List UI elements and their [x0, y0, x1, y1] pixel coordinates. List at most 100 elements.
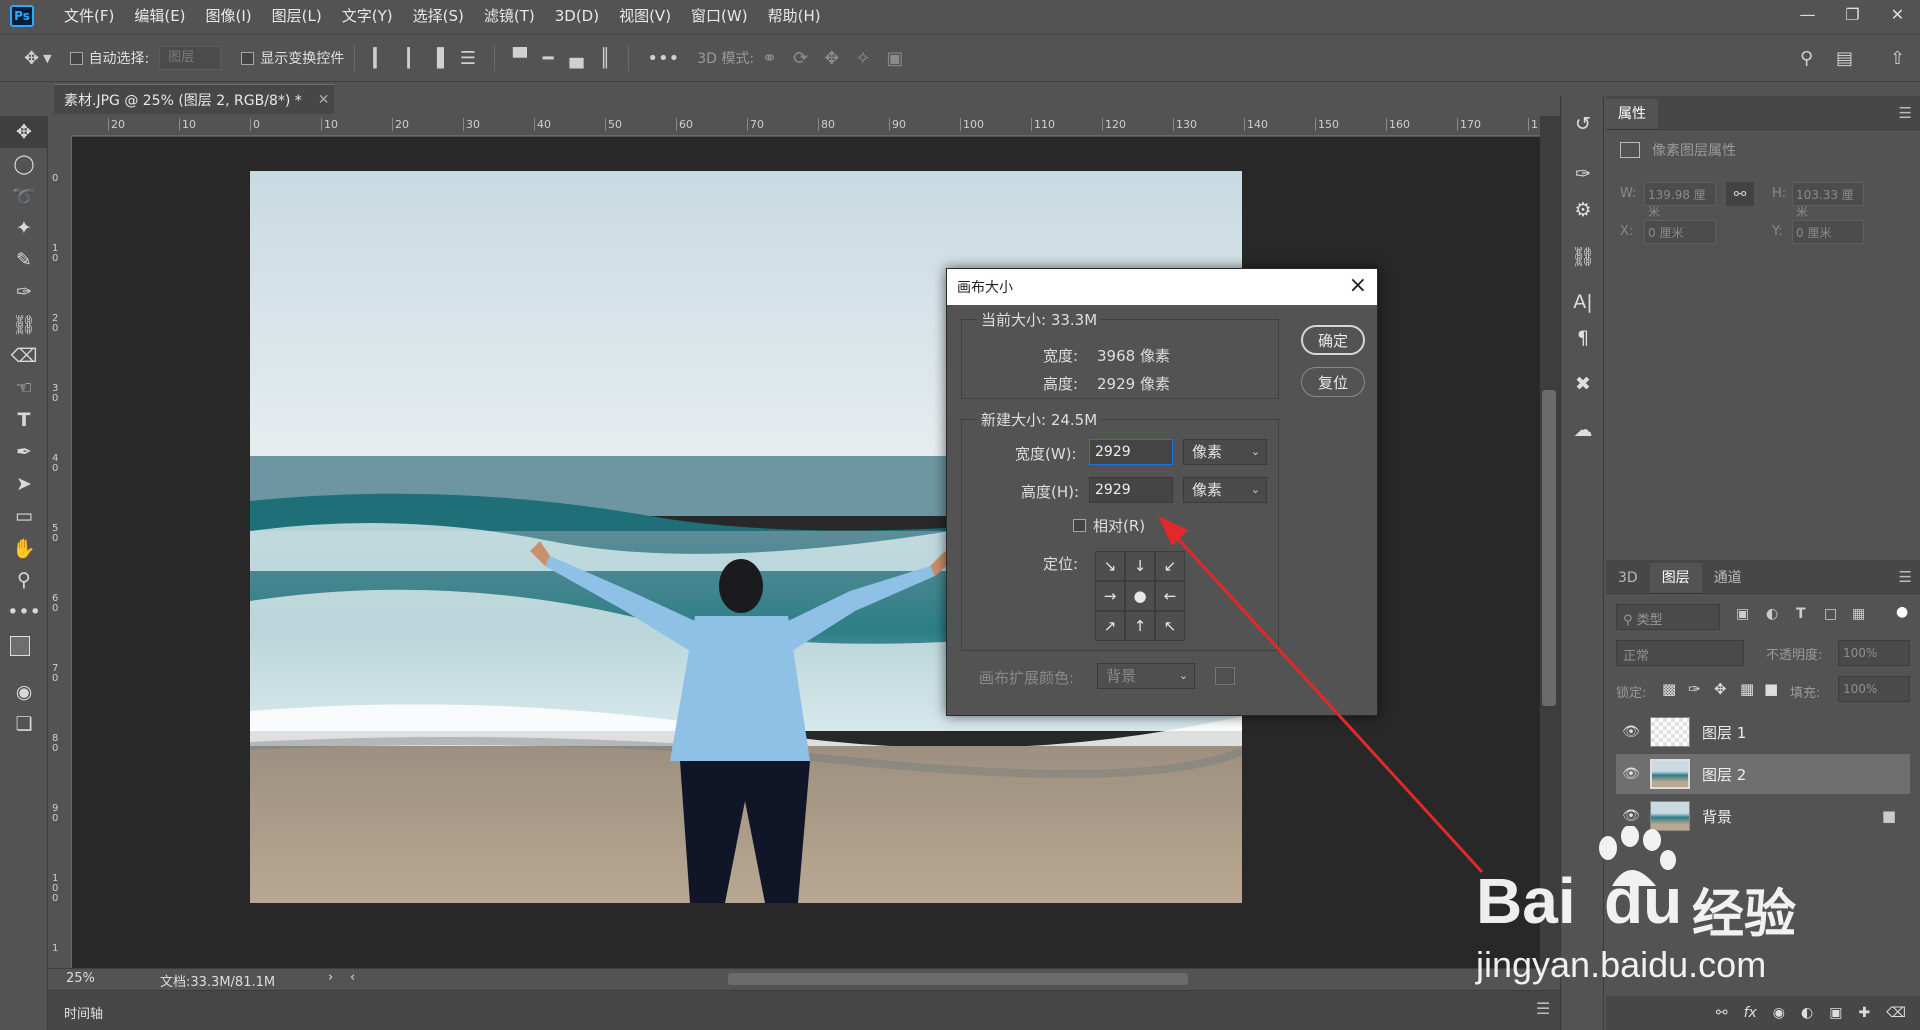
tab-channels[interactable]: 通道 — [1702, 563, 1754, 593]
more-tools-icon[interactable]: ••• — [0, 596, 48, 628]
timeline-label[interactable]: 时间轴 — [64, 1003, 103, 1022]
menu-window[interactable]: 窗口(W) — [681, 0, 758, 32]
color-swatches[interactable] — [0, 628, 48, 676]
vertical-scroll-thumb[interactable] — [1542, 390, 1556, 706]
auto-select-dropdown[interactable]: 图层 — [159, 46, 222, 70]
tools-preset-icon[interactable]: ✖ — [1561, 366, 1605, 402]
align-left-icon[interactable]: ▎ — [373, 48, 387, 69]
tab-layers[interactable]: 图层 — [1649, 563, 1702, 593]
menu-image[interactable]: 图像(I) — [196, 0, 262, 32]
restore-icon[interactable]: ❐ — [1830, 0, 1875, 28]
layer-row-selected[interactable]: 👁 图层 2 — [1616, 754, 1910, 794]
ok-button[interactable]: 确定 — [1301, 325, 1365, 355]
visibility-eye-icon[interactable]: 👁 — [1616, 724, 1646, 740]
extension-color-select[interactable]: 背景 ⌄ — [1097, 663, 1195, 689]
fx-icon[interactable]: fx — [1744, 1005, 1757, 1021]
anchor-arrow-icon[interactable]: ↗ — [1095, 611, 1125, 641]
width-unit-select[interactable]: 像素 ⌄ — [1183, 439, 1267, 465]
menu-file[interactable]: 文件(F) — [54, 0, 124, 32]
move-tool-icon[interactable]: ✥ — [24, 48, 39, 69]
adjustments-icon[interactable]: ⚙ — [1561, 192, 1605, 228]
relative-checkbox[interactable] — [1073, 519, 1086, 532]
3d-slide-icon[interactable]: ✧ — [855, 48, 870, 69]
layer-row[interactable]: 👁 图层 1 — [1616, 712, 1910, 752]
screen-mode-icon[interactable]: ❏ — [0, 708, 48, 740]
document-tab[interactable]: 素材.JPG @ 25% (图层 2, RGB/8*) * ✕ — [54, 84, 334, 114]
visibility-eye-icon[interactable]: 👁 — [1616, 808, 1646, 824]
opacity-input[interactable]: 100% — [1838, 640, 1910, 666]
adjustment-layer-icon[interactable]: ◐ — [1801, 1005, 1813, 1021]
3d-camera-icon[interactable]: ▣ — [886, 48, 903, 69]
search-icon[interactable]: ⚲ — [1800, 48, 1813, 69]
panel-menu-icon[interactable]: ☰ — [1899, 104, 1912, 122]
layer-filter-dropdown[interactable]: ⚲ 类型 — [1616, 604, 1720, 630]
link-icon[interactable]: ⚯ — [1726, 182, 1754, 206]
extension-color-swatch[interactable] — [1215, 667, 1235, 685]
lock-transparent-icon[interactable]: ▩ — [1662, 680, 1676, 698]
fill-input[interactable]: 100% — [1838, 676, 1910, 702]
lock-image-icon[interactable]: ✑ — [1688, 680, 1701, 698]
anchor-arrow-icon[interactable]: ↖ — [1155, 611, 1185, 641]
libraries-icon[interactable]: ☁ — [1561, 412, 1605, 448]
auto-select-checkbox[interactable] — [69, 51, 83, 65]
lasso-tool-icon[interactable]: ➰ — [0, 180, 48, 212]
visibility-eye-icon[interactable]: 👁 — [1616, 766, 1646, 782]
zoom-level[interactable]: 25% — [66, 971, 95, 986]
3d-orbit-icon[interactable]: ⚭ — [762, 48, 777, 69]
more-options-icon[interactable]: ••• — [647, 48, 679, 69]
align-right-icon[interactable]: ▐ — [430, 48, 444, 69]
filter-shape-icon[interactable]: □ — [1824, 606, 1837, 622]
x-input[interactable]: 0 厘米 — [1644, 220, 1716, 244]
new-group-icon[interactable]: ▣ — [1829, 1005, 1842, 1021]
brushes-icon[interactable]: ✑ — [1561, 156, 1605, 192]
hand-tool-icon[interactable]: ✋ — [0, 532, 48, 564]
close-icon[interactable]: ✕ — [1875, 0, 1920, 28]
menu-select[interactable]: 选择(S) — [403, 0, 474, 32]
menu-type[interactable]: 文字(Y) — [332, 0, 403, 32]
pen-tool-icon[interactable]: ✒ — [0, 436, 48, 468]
w-input[interactable]: 139.98 厘米 — [1644, 182, 1716, 219]
brush-tool-icon[interactable]: ✑ — [0, 276, 48, 308]
distribute-horizontal-icon[interactable]: ☰ — [460, 48, 476, 69]
align-vcenter-icon[interactable]: ━ — [543, 48, 554, 69]
menu-layer[interactable]: 图层(L) — [262, 0, 332, 32]
lock-all-icon[interactable]: ■ — [1764, 680, 1778, 698]
h-input[interactable]: 103.33 厘米 — [1792, 182, 1864, 219]
distribute-vertical-icon[interactable]: ║ — [599, 48, 610, 69]
menu-help[interactable]: 帮助(H) — [758, 0, 831, 32]
tab-properties[interactable]: 属性 — [1606, 99, 1658, 129]
scroll-left-icon[interactable]: ‹ — [350, 970, 355, 985]
height-input[interactable]: 2929 — [1089, 477, 1173, 503]
3d-roll-icon[interactable]: ⟳ — [793, 48, 808, 69]
add-mask-icon[interactable]: ◉ — [1773, 1005, 1785, 1021]
anchor-grid[interactable]: ↘ ↓ ↙ → ● ← ↗ ↑ ↖ — [1095, 551, 1185, 641]
y-input[interactable]: 0 厘米 — [1792, 220, 1864, 244]
lock-artboard-icon[interactable]: ▦ — [1740, 680, 1754, 698]
history-icon[interactable]: ↺ — [1561, 106, 1605, 142]
align-hcenter-icon[interactable]: ┃ — [403, 48, 414, 69]
reset-button[interactable]: 复位 — [1301, 367, 1365, 397]
move-tool-icon[interactable]: ✥ — [0, 116, 48, 148]
menu-view[interactable]: 视图(V) — [609, 0, 681, 32]
eyedropper-tool-icon[interactable]: ✎ — [0, 244, 48, 276]
anchor-arrow-icon[interactable]: ↘ — [1095, 551, 1125, 581]
filter-adjustment-icon[interactable]: ◐ — [1766, 606, 1778, 622]
filter-pixel-icon[interactable]: ▣ — [1736, 606, 1749, 622]
close-icon[interactable]: × — [1349, 273, 1367, 298]
panel-menu-icon[interactable]: ☰ — [1536, 999, 1550, 1018]
filter-toggle-icon[interactable]: ● — [1896, 604, 1908, 620]
horizontal-scroll-thumb[interactable] — [728, 973, 1188, 985]
blend-mode-dropdown[interactable]: 正常 — [1616, 640, 1744, 666]
anchor-arrow-icon[interactable]: ↑ — [1125, 611, 1155, 641]
character-icon[interactable]: A| — [1561, 284, 1605, 320]
eraser-tool-icon[interactable]: ⌫ — [0, 340, 48, 372]
filter-type-icon[interactable]: T — [1796, 606, 1806, 622]
tab-3d[interactable]: 3D — [1606, 563, 1650, 593]
height-unit-select[interactable]: 像素 ⌄ — [1183, 477, 1267, 503]
rectangle-tool-icon[interactable]: ▭ — [0, 500, 48, 532]
menu-edit[interactable]: 编辑(E) — [124, 0, 195, 32]
share-icon[interactable]: ⇧ — [1890, 48, 1905, 69]
show-transform-checkbox[interactable] — [241, 51, 255, 65]
width-input[interactable]: 2929 — [1089, 439, 1173, 465]
panel-menu-icon[interactable]: ☰ — [1899, 568, 1912, 586]
